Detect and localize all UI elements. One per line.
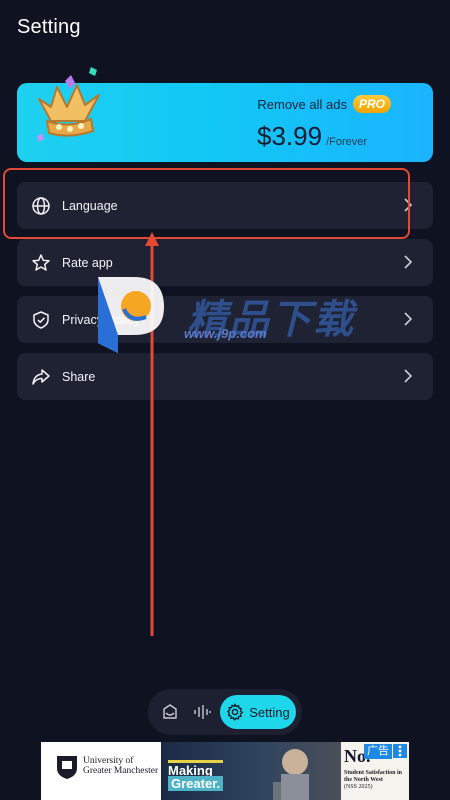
- share-icon: [30, 366, 52, 388]
- chevron-right-icon: [404, 312, 413, 326]
- page-title: Setting: [17, 16, 81, 38]
- price-period: /Forever: [326, 136, 368, 148]
- settings-item-rate-app[interactable]: Rate app: [17, 239, 433, 286]
- ad-right-subcaption: (NSS 2025): [344, 784, 373, 790]
- robot-image: [273, 749, 309, 800]
- nav-voice-button[interactable]: [188, 698, 216, 726]
- ad-university-block: University of Greater Manchester: [41, 742, 161, 800]
- ad-banner[interactable]: University of Greater Manchester Making …: [41, 742, 409, 800]
- price-row: $3.99 /Forever: [257, 121, 367, 152]
- waveform-icon: [194, 705, 211, 719]
- nav-setting-label: Setting: [249, 704, 290, 720]
- highlight-annotation-box: [3, 168, 410, 239]
- remove-ads-label: Remove all ads: [257, 96, 347, 112]
- ad-university-name: University of Greater Manchester: [83, 756, 159, 776]
- gear-icon: [226, 703, 244, 721]
- settings-item-label: Share: [62, 369, 96, 384]
- ad-headline-line2: Greater.: [168, 776, 224, 791]
- nav-setting-button[interactable]: Setting: [220, 695, 296, 729]
- nav-home-button[interactable]: [156, 698, 184, 726]
- inbox-icon: [163, 704, 177, 719]
- crown-icon: [37, 67, 100, 142]
- chevron-right-icon: [404, 369, 413, 383]
- watermark-url: www.j9p.com: [184, 326, 267, 341]
- shield-check-icon: [30, 309, 52, 331]
- ad-options-button[interactable]: [393, 744, 407, 758]
- ad-tag: 广告: [364, 744, 392, 759]
- remove-ads-row: Remove all ads PRO: [257, 95, 391, 113]
- ad-headline: Making Greater.: [168, 760, 224, 791]
- watermark-logo: [98, 277, 164, 353]
- university-crest-icon: [57, 756, 77, 779]
- chevron-right-icon: [404, 255, 413, 269]
- pro-badge: PRO: [352, 95, 391, 113]
- ad-right-caption: Student Satisfaction in the North West: [344, 770, 403, 783]
- bottom-nav: Setting: [148, 689, 302, 735]
- settings-item-label: Rate app: [62, 255, 113, 270]
- price-value: $3.99: [257, 121, 323, 151]
- pro-upgrade-banner[interactable]: Remove all ads PRO $3.99 /Forever: [17, 67, 433, 162]
- ad-right-text: Student Satisfaction in the North West (…: [344, 770, 408, 791]
- more-vertical-icon: [398, 745, 402, 757]
- star-icon: [30, 252, 52, 274]
- settings-item-share[interactable]: Share: [17, 353, 433, 400]
